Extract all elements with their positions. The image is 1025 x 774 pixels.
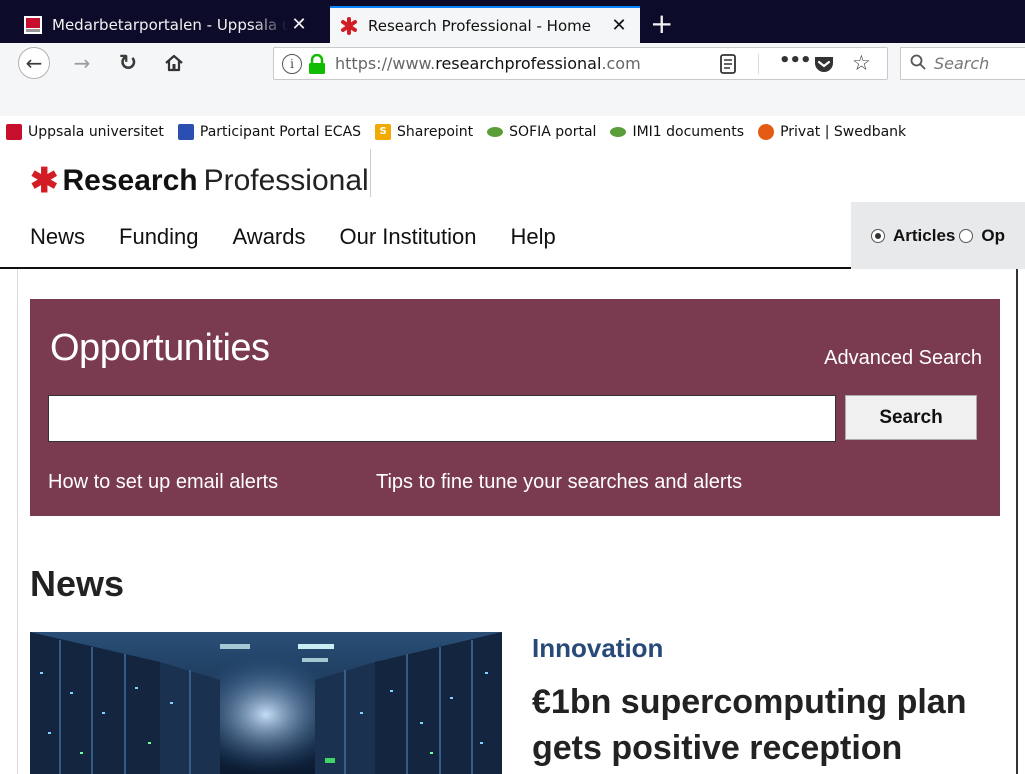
tab-title: Medarbetarportalen - Uppsala universitet — [52, 15, 288, 34]
bookmark-sharepoint[interactable]: S Sharepoint — [375, 123, 473, 140]
news-heading: News — [30, 563, 125, 604]
articles-radio[interactable] — [871, 228, 885, 243]
arrow-left-icon: ← — [25, 51, 43, 75]
content-left-border — [17, 269, 18, 774]
eu-flag-icon — [177, 123, 194, 140]
pocket-icon[interactable] — [814, 55, 834, 73]
logo-star-icon: ✱ — [30, 162, 59, 200]
opportunities-search-button[interactable]: Search — [845, 395, 977, 440]
nav-funding[interactable]: Funding — [119, 224, 199, 250]
search-tips-link[interactable]: Tips to fine tune your searches and aler… — [376, 471, 742, 494]
browser-tab-research-professional[interactable]: Research Professional - Home ✕ — [330, 6, 640, 43]
bookmarks-toolbar: Uppsala universitet Participant Portal E… — [0, 116, 1025, 147]
site-navigation: News Funding Awards Our Institution Help… — [0, 202, 1025, 269]
reload-icon: ↻ — [118, 50, 138, 76]
browser-toolbar: ← → ↻ i https://www.researchprofessional… — [0, 43, 1025, 116]
news-article-image[interactable] — [30, 632, 502, 774]
email-alerts-link[interactable]: How to set up email alerts — [48, 471, 278, 494]
search-bar[interactable]: Search — [900, 47, 1025, 80]
browser-tab-medarbetarportalen[interactable]: Medarbetarportalen - Uppsala universitet… — [14, 6, 320, 43]
lock-icon[interactable] — [308, 53, 326, 74]
imi-icon — [610, 126, 627, 137]
info-icon[interactable]: i — [282, 53, 302, 74]
arrow-right-icon: → — [73, 51, 91, 75]
bookmark-participant-portal[interactable]: Participant Portal ECAS — [177, 123, 361, 140]
bookmark-star-icon[interactable]: ☆ — [852, 51, 871, 75]
nav-our-institution[interactable]: Our Institution — [340, 224, 477, 250]
new-tab-button[interactable]: + — [650, 10, 673, 38]
rp-star-favicon-icon — [340, 16, 358, 35]
sharepoint-icon: S — [375, 123, 392, 140]
logo-research: Research — [62, 164, 198, 197]
reader-view-icon[interactable] — [719, 54, 737, 74]
articles-radio-label: Articles — [893, 225, 956, 245]
browser-tab-bar: Medarbetarportalen - Uppsala universitet… — [0, 0, 1025, 43]
back-button[interactable]: ← — [18, 47, 50, 79]
news-category[interactable]: Innovation — [532, 633, 663, 664]
nav-news[interactable]: News — [30, 224, 85, 250]
bookmark-imi1-documents[interactable]: IMI1 documents — [610, 124, 744, 140]
search-scope-selector: Articles Op — [851, 202, 1025, 269]
logo-divider — [370, 149, 371, 197]
swedbank-icon — [758, 123, 775, 140]
site-logo[interactable]: ✱ Research Professional — [30, 161, 369, 201]
bookmark-uppsala[interactable]: Uppsala universitet — [6, 123, 164, 140]
nav-awards[interactable]: Awards — [233, 224, 306, 250]
forward-button[interactable]: → — [66, 47, 98, 79]
search-icon — [910, 54, 926, 74]
page-content: ✱ Research Professional News Funding Awa… — [0, 149, 1025, 774]
server-room-image — [30, 632, 502, 774]
address-bar[interactable]: i https://www.researchprofessional.com •… — [273, 47, 888, 80]
advanced-search-link[interactable]: Advanced Search — [824, 347, 982, 370]
url-divider — [758, 54, 759, 74]
url-text[interactable]: https://www.researchprofessional.com — [335, 54, 660, 73]
opportunities-panel: Opportunities Advanced Search Search How… — [30, 299, 1000, 516]
content-right-border — [1016, 269, 1018, 774]
opportunities-radio-label: Op — [981, 225, 1005, 245]
opportunities-title: Opportunities — [50, 327, 270, 369]
news-headline[interactable]: €1bn supercomputing plan gets positive r… — [532, 679, 1002, 771]
logo-professional: Professional — [203, 164, 369, 197]
uppsala-icon — [6, 123, 22, 140]
reload-button[interactable]: ↻ — [112, 47, 144, 79]
bookmark-swedbank[interactable]: Privat | Swedbank — [758, 123, 906, 140]
opportunities-search-input[interactable] — [48, 395, 836, 442]
home-icon — [165, 54, 183, 72]
page-actions-icon[interactable]: ••• — [779, 50, 812, 71]
search-placeholder: Search — [934, 54, 990, 73]
home-button[interactable] — [158, 47, 190, 79]
nav-help[interactable]: Help — [510, 224, 555, 250]
opportunities-radio[interactable] — [959, 228, 974, 243]
tab-title: Research Professional - Home — [368, 16, 591, 35]
close-tab-icon[interactable]: ✕ — [288, 14, 310, 35]
close-tab-icon[interactable]: ✕ — [608, 15, 630, 36]
uppsala-favicon-icon — [24, 15, 42, 34]
imi-icon — [487, 126, 504, 137]
bookmark-sofia-portal[interactable]: SOFIA portal — [487, 124, 596, 140]
